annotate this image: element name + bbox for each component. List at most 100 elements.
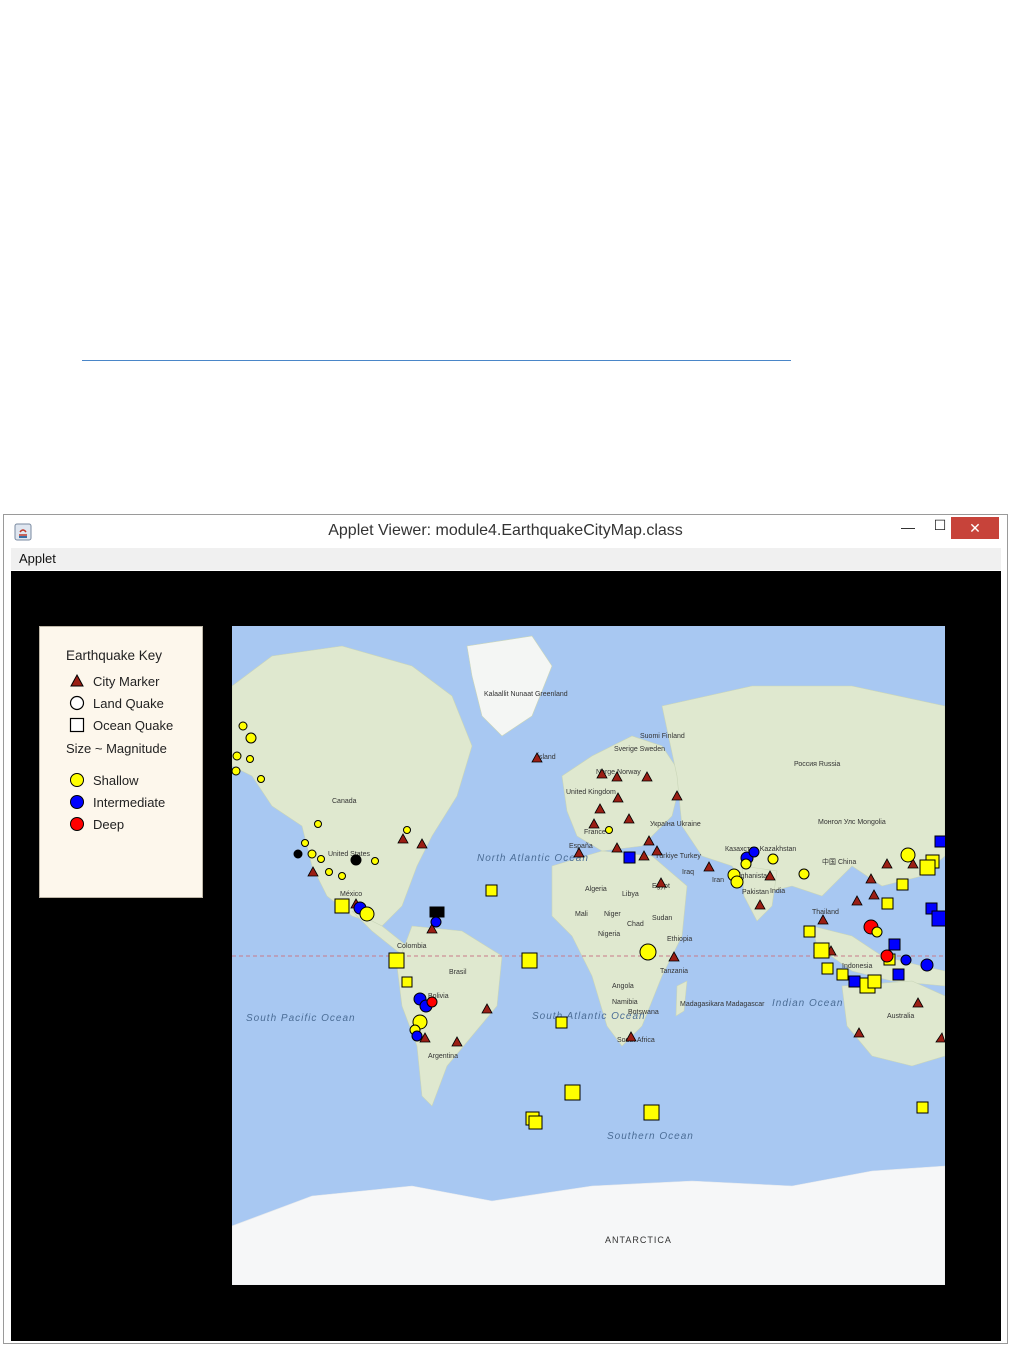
land-quake xyxy=(880,949,894,963)
ocean-quake xyxy=(401,976,413,988)
label-sudan: Sudan xyxy=(652,915,672,922)
ocean-quake xyxy=(388,952,405,969)
world-map[interactable]: Kalaallit Nunaat Greenland Canada United… xyxy=(232,626,945,1285)
legend-shallow: Shallow xyxy=(40,772,204,790)
label-australia: Australia xyxy=(887,1013,914,1020)
land-quake xyxy=(900,847,916,863)
world-map-svg: Kalaallit Nunaat Greenland Canada United… xyxy=(232,626,945,1285)
ocean-quake xyxy=(623,851,636,864)
land-quake xyxy=(314,820,322,828)
legend-ocean-label: Ocean Quake xyxy=(93,718,174,733)
ocean-quake xyxy=(931,910,945,927)
applet-canvas: Earthquake Key City Marker Land Quake Oc… xyxy=(11,571,1001,1341)
land-quake xyxy=(232,766,241,776)
label-southern-ocean: Southern Ocean xyxy=(607,1131,694,1142)
label-niger: Niger xyxy=(604,911,621,918)
label-south-pacific: South Pacific Ocean xyxy=(246,1013,356,1024)
land-quake xyxy=(350,854,362,866)
legend-city-marker: City Marker xyxy=(40,673,204,691)
label-antarctica: ANTARCTICA xyxy=(605,1235,672,1245)
land-quake xyxy=(430,916,442,928)
ocean-quake xyxy=(521,952,538,969)
ocean-quake xyxy=(881,897,894,910)
land-quake xyxy=(293,849,303,859)
label-suomi: Suomi Finland xyxy=(640,733,685,740)
legend-land-label: Land Quake xyxy=(93,696,164,711)
ocean-quake xyxy=(896,878,909,891)
label-india: India xyxy=(770,888,785,895)
label-united-kingdom: United Kingdom xyxy=(566,789,616,796)
land-quake xyxy=(605,826,613,834)
menu-applet[interactable]: Applet xyxy=(19,551,56,566)
label-espana: España xyxy=(569,843,593,850)
land-quake xyxy=(238,721,248,731)
land-quake xyxy=(920,958,934,972)
earthquake-key-legend: Earthquake Key City Marker Land Quake Oc… xyxy=(39,626,203,898)
ocean-quake xyxy=(429,906,445,918)
label-indian-ocean: Indian Ocean xyxy=(772,998,844,1009)
yellow-circle-icon xyxy=(70,773,84,787)
label-tanzania: Tanzania xyxy=(660,968,688,975)
land-quake xyxy=(748,846,760,858)
label-ukraine: Україна Ukraine xyxy=(650,821,701,828)
ocean-quake xyxy=(564,1084,581,1101)
ocean-quake xyxy=(934,835,945,848)
label-iraq: Iraq xyxy=(682,869,694,876)
label-mongolia: Монгол Улс Mongolia xyxy=(818,819,886,826)
ocean-quake xyxy=(555,1016,568,1029)
circle-outline-icon xyxy=(69,695,85,711)
label-libya: Libya xyxy=(622,891,639,898)
close-button[interactable]: ✕ xyxy=(951,517,999,539)
label-botswana: Botswana xyxy=(628,1009,659,1016)
ocean-quake xyxy=(528,1115,543,1130)
land-quake xyxy=(639,943,657,961)
land-quake xyxy=(740,858,752,870)
legend-deep: Deep xyxy=(40,816,204,834)
ocean-quake xyxy=(803,925,816,938)
label-pakistan: Pakistan xyxy=(742,889,769,896)
legend-size-note: Size ~ Magnitude xyxy=(66,741,167,756)
label-nigeria: Nigeria xyxy=(598,931,620,938)
applet-viewer-window: Applet Viewer: module4.EarthquakeCityMap… xyxy=(3,514,1008,1344)
land-quake xyxy=(426,996,438,1008)
ocean-quake xyxy=(485,884,498,897)
title-bar[interactable]: Applet Viewer: module4.EarthquakeCityMap… xyxy=(4,515,1007,547)
ocean-quake xyxy=(836,968,849,981)
legend-land-quake: Land Quake xyxy=(40,695,204,713)
land-quake xyxy=(325,868,333,876)
legend-city-label: City Marker xyxy=(93,674,160,689)
land-quake xyxy=(307,849,317,859)
red-circle-icon xyxy=(70,817,84,831)
land-quake xyxy=(371,857,379,865)
label-russia: Россия Russia xyxy=(794,761,840,768)
label-angola: Angola xyxy=(612,983,634,990)
ocean-quake xyxy=(892,968,905,981)
land-quake xyxy=(900,954,912,966)
label-united-states: United States xyxy=(328,851,371,858)
label-ethiopia: Ethiopia xyxy=(667,936,692,943)
land-quake xyxy=(317,855,325,863)
land-quake xyxy=(767,853,779,865)
label-chad: Chad xyxy=(627,921,644,928)
label-china: 中国 China xyxy=(822,857,856,866)
label-canada: Canada xyxy=(332,798,357,805)
square-outline-icon xyxy=(69,717,85,733)
land-quake xyxy=(257,775,265,783)
land-quake xyxy=(411,1030,423,1042)
land-quake xyxy=(232,751,242,761)
ocean-quake xyxy=(919,859,936,876)
label-argentina: Argentina xyxy=(428,1053,458,1060)
legend-shallow-label: Shallow xyxy=(93,773,139,788)
ocean-quake xyxy=(813,942,830,959)
land-quake xyxy=(403,826,411,834)
label-namibia: Namibia xyxy=(612,999,638,1006)
label-sverige: Sverige Sweden xyxy=(614,746,665,753)
ocean-quake xyxy=(867,974,882,989)
land-quake xyxy=(338,872,346,880)
label-mali: Mali xyxy=(575,911,588,918)
label-madagascar: Madagasikara Madagascar xyxy=(680,1001,765,1008)
triangle-icon xyxy=(70,673,84,687)
label-colombia: Colombia xyxy=(397,943,427,950)
ocean-quake xyxy=(916,1101,929,1114)
hyperlink-underline xyxy=(82,360,791,361)
